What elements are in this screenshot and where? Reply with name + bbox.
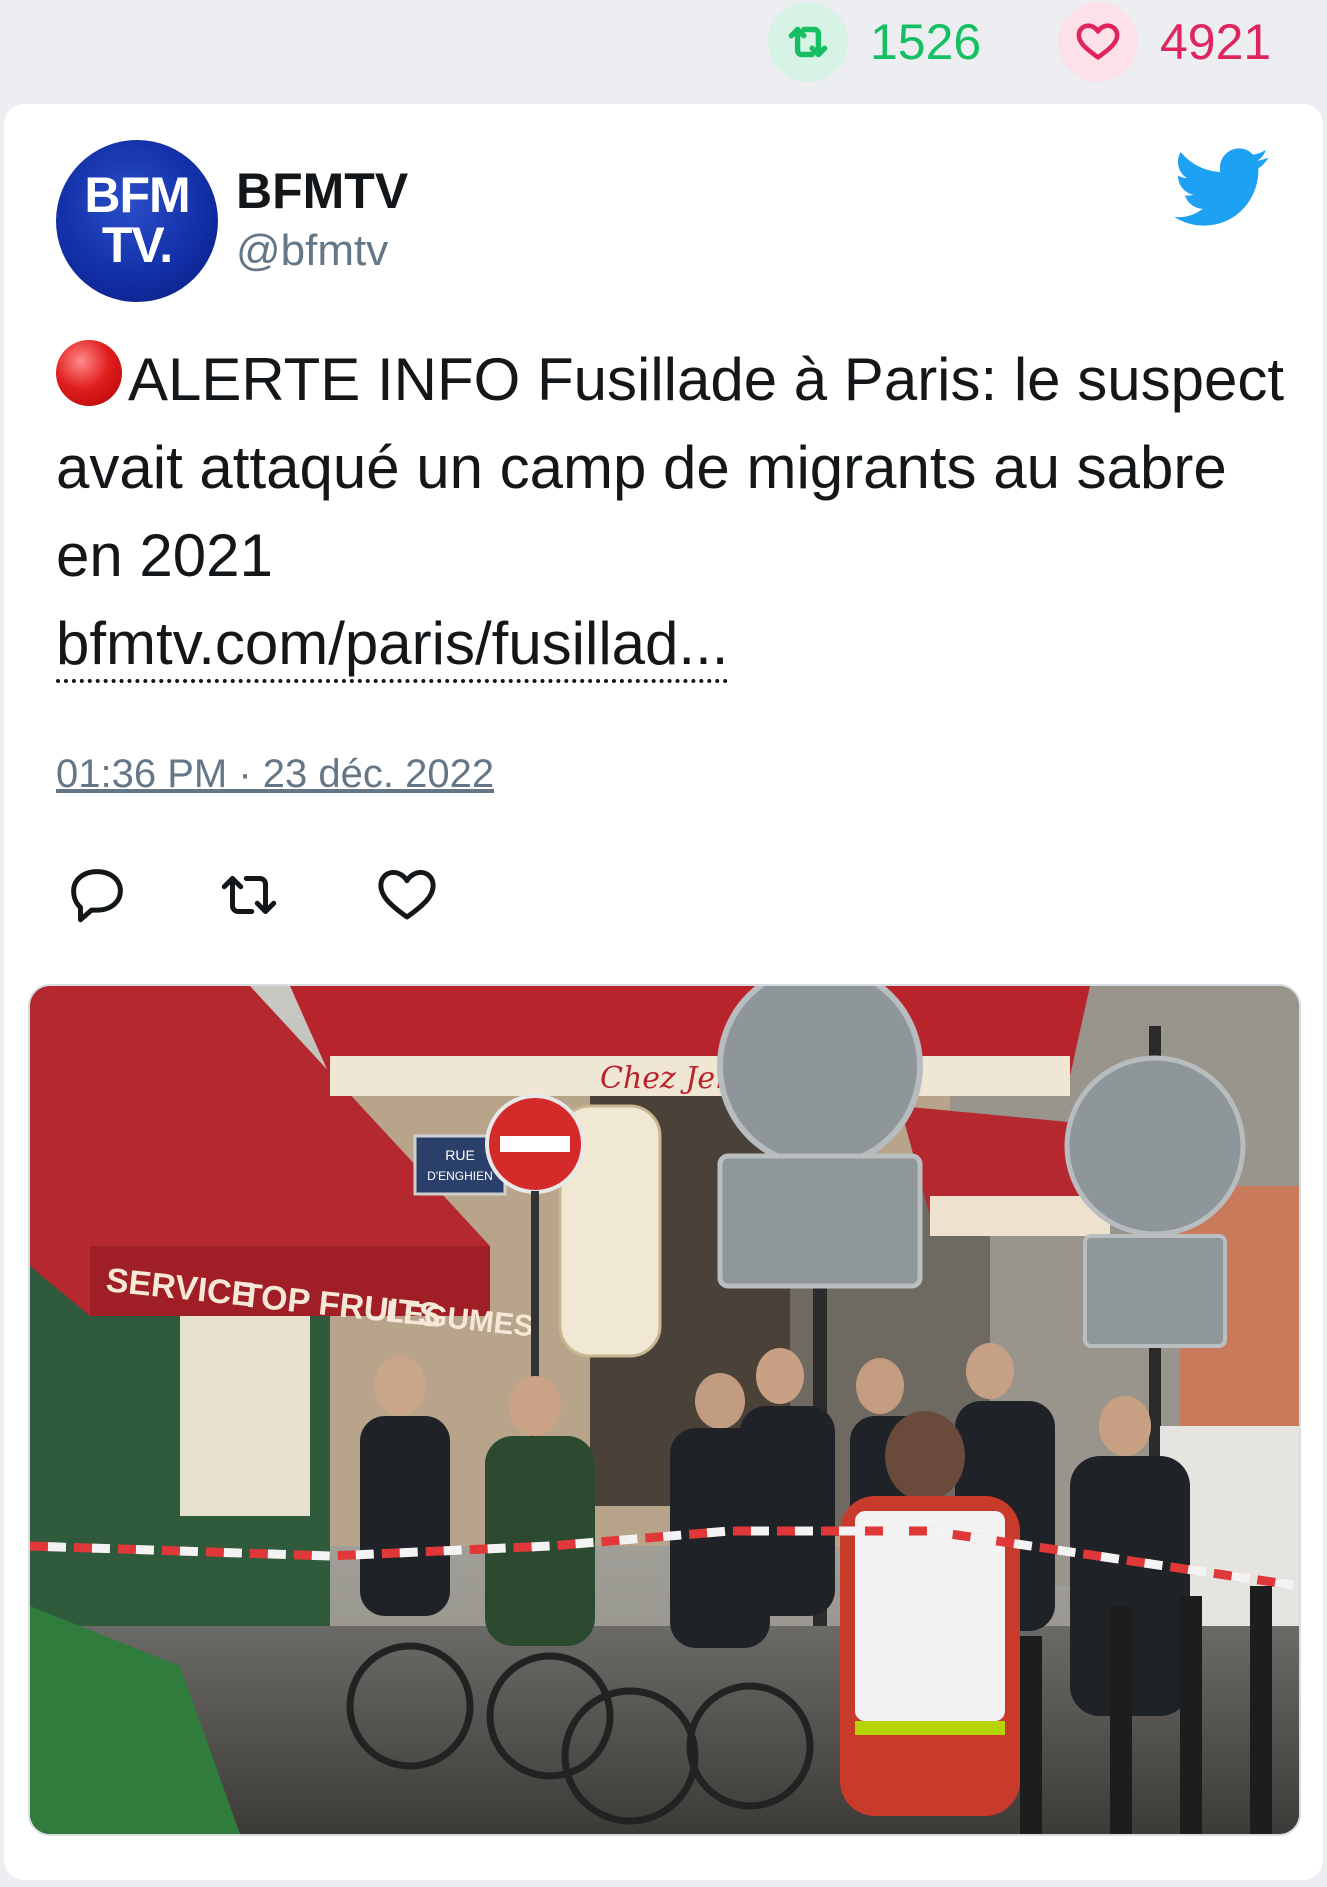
- like-count: 4921: [1160, 14, 1272, 70]
- tweet-stats-bar: 1526 4921: [0, 0, 1327, 100]
- avatar-logo-line2: TV.: [101, 217, 173, 273]
- twitter-bird-icon[interactable]: [1174, 148, 1270, 228]
- retweet-stat[interactable]: 1526: [768, 0, 981, 84]
- avatar[interactable]: BFM TV.: [56, 140, 218, 302]
- street-sign-line1: RUE: [445, 1147, 475, 1163]
- street-scene-image: SERVICE TOP FRUITS LEGUMES Chez Jenny RU…: [30, 986, 1299, 1834]
- author-name[interactable]: BFMTV: [236, 162, 408, 220]
- tweet-timestamp[interactable]: 01:36 PM · 23 déc. 2022: [56, 752, 494, 797]
- avatar-logo-line1: BFM: [84, 167, 190, 223]
- street-sign-line2: D'ENGHIEN: [427, 1169, 493, 1183]
- tweet-link[interactable]: bfmtv.com/paris/fusillad...: [56, 610, 729, 683]
- tweet-photo[interactable]: SERVICE TOP FRUITS LEGUMES Chez Jenny RU…: [28, 984, 1301, 1836]
- like-stat[interactable]: 4921: [1058, 0, 1271, 84]
- reply-icon[interactable]: [64, 862, 130, 928]
- tweet-card: BFM TV. BFMTV @bfmtv ALERTE INFO Fusilla…: [4, 104, 1323, 1880]
- author-handle[interactable]: @bfmtv: [236, 226, 388, 276]
- red-circle-icon: [56, 340, 122, 406]
- tweet-text: ALERTE INFO Fusillade à Paris: le suspec…: [56, 336, 1286, 688]
- retweet-icon: [768, 2, 848, 82]
- retweet-action-icon[interactable]: [216, 862, 282, 928]
- heart-icon: [1058, 2, 1138, 82]
- retweet-count: 1526: [870, 14, 982, 70]
- tweet-body: ALERTE INFO Fusillade à Paris: le suspec…: [56, 346, 1284, 589]
- like-action-icon[interactable]: [374, 862, 440, 928]
